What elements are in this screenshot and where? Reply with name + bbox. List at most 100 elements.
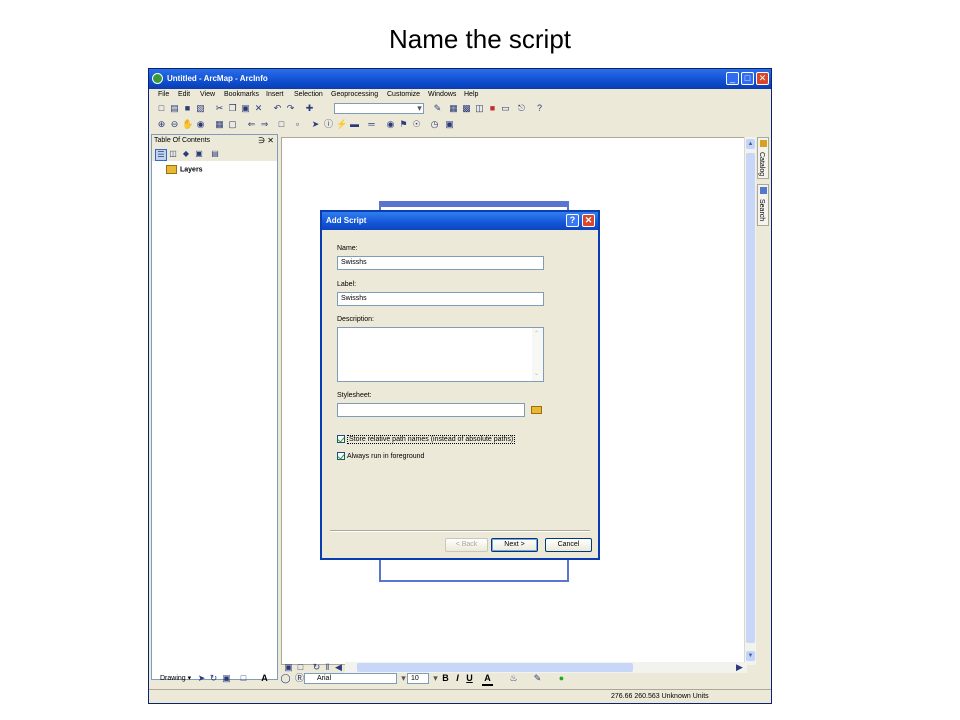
list-by-selection-icon[interactable]: ▣ bbox=[194, 149, 204, 159]
print-icon[interactable]: ▧ bbox=[195, 103, 206, 114]
zoom-to-selected-elements-icon[interactable]: ▣ bbox=[221, 673, 232, 684]
catalog-window-icon[interactable]: ▩ bbox=[461, 103, 472, 114]
measure-icon[interactable]: ═ bbox=[366, 119, 377, 130]
close-icon[interactable]: ✕ bbox=[756, 72, 769, 85]
arctoolbox-icon[interactable]: ■ bbox=[487, 103, 498, 114]
add-data-icon[interactable]: ✚ bbox=[304, 103, 315, 114]
store-relative-paths-option[interactable]: Store relative path names (instead of ab… bbox=[337, 434, 516, 444]
paste-icon[interactable]: ▣ bbox=[240, 103, 251, 114]
label-input[interactable]: Swisshs bbox=[337, 292, 544, 306]
menu-edit[interactable]: Edit bbox=[178, 91, 190, 98]
model-builder-icon[interactable]: ⎋ bbox=[516, 103, 527, 114]
line-color-icon[interactable]: ✎ bbox=[532, 673, 543, 684]
go-forward-extent-icon[interactable]: ⇒ bbox=[259, 119, 270, 130]
fixed-zoom-in-icon[interactable]: ▦ bbox=[214, 119, 225, 130]
marker-color-icon[interactable]: ● bbox=[556, 673, 567, 684]
go-to-xy-icon[interactable]: ☉ bbox=[411, 119, 422, 130]
menu-customize[interactable]: Customize bbox=[387, 91, 420, 98]
menu-geoprocessing[interactable]: Geoprocessing bbox=[331, 91, 378, 98]
list-by-source-icon[interactable]: ◫ bbox=[168, 149, 178, 159]
zoom-in-icon[interactable]: ⊕ bbox=[156, 119, 167, 130]
search-window-icon[interactable]: ◫ bbox=[474, 103, 485, 114]
horizontal-scroll-thumb[interactable] bbox=[357, 663, 633, 672]
drawing-menu[interactable]: Drawing ▾ bbox=[160, 674, 191, 682]
find-icon[interactable]: ◉ bbox=[385, 119, 396, 130]
dialog-close-icon[interactable]: ✕ bbox=[582, 214, 595, 227]
font-color-icon[interactable]: A bbox=[482, 673, 493, 686]
new-document-icon[interactable]: □ bbox=[156, 103, 167, 114]
save-icon[interactable]: ■ bbox=[182, 103, 193, 114]
cancel-button[interactable]: Cancel bbox=[545, 538, 592, 552]
toc-options-icon[interactable]: ▤ bbox=[210, 149, 220, 159]
maximize-icon[interactable]: □ bbox=[741, 72, 754, 85]
run-in-foreground-checkbox[interactable] bbox=[337, 452, 345, 460]
zoom-out-icon[interactable]: ⊖ bbox=[169, 119, 180, 130]
name-input[interactable]: Swisshs bbox=[337, 256, 544, 270]
stylesheet-input[interactable] bbox=[337, 403, 525, 417]
italic-button[interactable]: I bbox=[452, 673, 463, 684]
store-relative-paths-checkbox[interactable] bbox=[337, 435, 345, 443]
pan-icon[interactable]: ✋ bbox=[182, 119, 193, 130]
fill-color-icon[interactable]: ♨ bbox=[508, 673, 519, 684]
redo-icon[interactable]: ↷ bbox=[285, 103, 296, 114]
hyperlink-icon[interactable]: ⚡ bbox=[336, 119, 347, 130]
description-scroll-up-icon[interactable]: ⌃ bbox=[534, 330, 539, 337]
menu-view[interactable]: View bbox=[200, 91, 215, 98]
font-size-select[interactable]: 10 bbox=[407, 673, 429, 684]
layers-tree-item[interactable]: Layers bbox=[166, 165, 203, 174]
scroll-down-icon[interactable]: ▼ bbox=[746, 651, 755, 661]
editor-toolbar-icon[interactable]: ✎ bbox=[432, 103, 443, 114]
create-viewer-window-icon[interactable]: ▣ bbox=[444, 119, 455, 130]
menu-selection[interactable]: Selection bbox=[294, 91, 323, 98]
description-scroll-down-icon[interactable]: ⌄ bbox=[534, 370, 539, 377]
map-vertical-scrollbar[interactable]: ▲ ▼ bbox=[744, 137, 756, 665]
description-input[interactable]: ⌃ ⌄ bbox=[337, 327, 544, 382]
menu-insert[interactable]: Insert bbox=[266, 91, 284, 98]
list-by-visibility-icon[interactable]: ◆ bbox=[181, 149, 191, 159]
html-popup-icon[interactable]: ▬ bbox=[349, 119, 360, 130]
minimize-icon[interactable]: _ bbox=[726, 72, 739, 85]
menu-file[interactable]: File bbox=[158, 91, 169, 98]
clear-selection-icon[interactable]: ▫ bbox=[292, 119, 303, 130]
open-folder-icon[interactable]: ▤ bbox=[169, 103, 180, 114]
font-name-select[interactable]: Arial bbox=[304, 673, 397, 684]
delete-icon[interactable]: ✕ bbox=[253, 103, 264, 114]
whats-this-help-icon[interactable]: ? bbox=[534, 103, 545, 114]
bold-button[interactable]: B bbox=[440, 673, 451, 684]
run-in-foreground-option[interactable]: Always run in foreground bbox=[337, 452, 424, 460]
catalog-side-tab[interactable]: Catalog bbox=[757, 137, 769, 179]
edit-vertices-icon[interactable]: ◯ bbox=[280, 673, 291, 684]
table-of-contents-icon[interactable]: ▦ bbox=[448, 103, 459, 114]
vertical-scroll-thumb[interactable] bbox=[746, 153, 755, 643]
help-icon[interactable]: ? bbox=[566, 214, 579, 227]
toc-pin-close[interactable]: ∋ ✕ bbox=[258, 136, 274, 145]
menu-help[interactable]: Help bbox=[464, 91, 478, 98]
next-button[interactable]: Next > bbox=[491, 538, 538, 552]
description-scrollbar[interactable]: ⌃ ⌄ bbox=[532, 328, 543, 381]
scale-dropdown-icon[interactable]: ▾ bbox=[414, 103, 425, 114]
text-tool-icon[interactable]: A bbox=[259, 673, 270, 684]
full-extent-icon[interactable]: ◉ bbox=[195, 119, 206, 130]
back-button[interactable]: < Back bbox=[445, 538, 488, 552]
select-features-icon[interactable]: □ bbox=[276, 119, 287, 130]
python-window-icon[interactable]: ▭ bbox=[500, 103, 511, 114]
select-elements-icon[interactable]: ➤ bbox=[310, 119, 321, 130]
go-back-extent-icon[interactable]: ⇐ bbox=[246, 119, 257, 130]
time-slider-icon[interactable]: ◷ bbox=[429, 119, 440, 130]
menu-windows[interactable]: Windows bbox=[428, 91, 456, 98]
menu-bookmarks[interactable]: Bookmarks bbox=[224, 91, 259, 98]
scroll-up-icon[interactable]: ▲ bbox=[746, 139, 755, 149]
cut-icon[interactable]: ✂ bbox=[214, 103, 225, 114]
copy-icon[interactable]: ❐ bbox=[227, 103, 238, 114]
rotate-icon[interactable]: ↻ bbox=[208, 673, 219, 684]
undo-icon[interactable]: ↶ bbox=[272, 103, 283, 114]
fixed-zoom-out-icon[interactable]: ▢ bbox=[227, 119, 238, 130]
list-by-drawing-order-icon[interactable]: ☰ bbox=[155, 149, 167, 161]
select-elements-draw-icon[interactable]: ➤ bbox=[196, 673, 207, 684]
search-side-tab[interactable]: Search bbox=[757, 184, 769, 226]
rectangle-icon[interactable]: □ bbox=[238, 673, 249, 684]
map-scale-combo[interactable] bbox=[334, 103, 424, 114]
underline-button[interactable]: U bbox=[464, 673, 475, 684]
find-route-icon[interactable]: ⚑ bbox=[398, 119, 409, 130]
identify-icon[interactable]: ⓘ bbox=[323, 119, 334, 130]
